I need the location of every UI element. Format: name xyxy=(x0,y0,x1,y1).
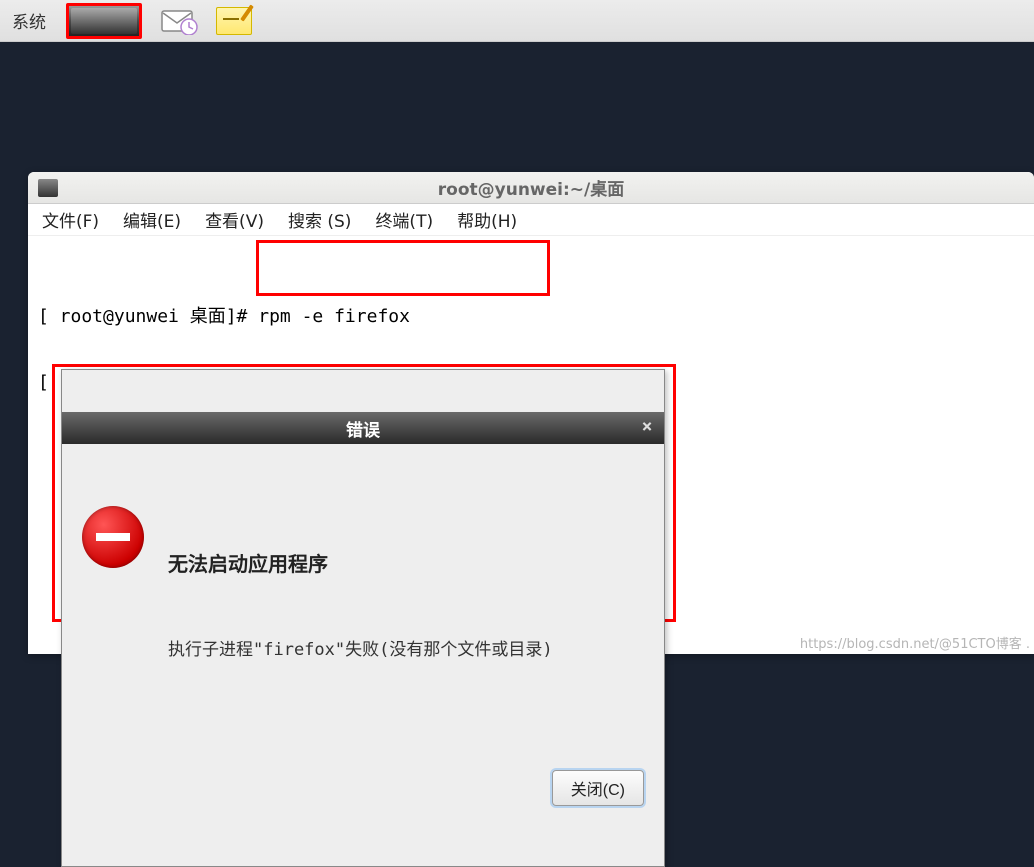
close-button[interactable]: 关闭(C) xyxy=(552,770,644,806)
error-dialog: 错误 × 无法启动应用程序 执行子进程"firefox"失败(没有那个文件或目录… xyxy=(61,369,665,867)
error-text-block: 无法启动应用程序 执行子进程"firefox"失败(没有那个文件或目录) xyxy=(168,506,640,702)
terminal-taskbar-icon[interactable] xyxy=(66,3,142,39)
error-message: 执行子进程"firefox"失败(没有那个文件或目录) xyxy=(168,635,640,660)
error-actions: 关闭(C) xyxy=(62,754,664,824)
terminal-menubar: 文件(F) 编辑(E) 查看(V) 搜索 (S) 终端(T) 帮助(H) xyxy=(28,204,1034,236)
error-icon xyxy=(82,506,144,568)
error-heading: 无法启动应用程序 xyxy=(168,548,640,577)
taskbar: 系统 xyxy=(0,0,1034,42)
error-body: 无法启动应用程序 执行子进程"firefox"失败(没有那个文件或目录) xyxy=(62,486,664,712)
error-title: 错误 xyxy=(346,416,380,441)
menu-file[interactable]: 文件(F) xyxy=(42,207,99,232)
error-titlebar[interactable]: 错误 × xyxy=(62,412,664,444)
terminal-content[interactable]: [ root@yunwei 桌面]# rpm -e firefox [ root… xyxy=(28,236,1034,654)
terminal-window: root@yunwei:~/桌面 文件(F) 编辑(E) 查看(V) 搜索 (S… xyxy=(28,172,1034,654)
menu-view[interactable]: 查看(V) xyxy=(205,207,264,232)
menu-help[interactable]: 帮助(H) xyxy=(457,207,517,232)
command-highlight-box xyxy=(256,240,550,296)
mail-icon[interactable] xyxy=(160,7,198,35)
terminal-line-1: [ root@yunwei 桌面]# rpm -e firefox xyxy=(38,305,1024,329)
terminal-title: root@yunwei:~/桌面 xyxy=(438,175,624,200)
note-icon[interactable] xyxy=(216,7,252,35)
menu-search[interactable]: 搜索 (S) xyxy=(288,207,351,232)
watermark: https://blog.csdn.net/@51CTO博客 . xyxy=(800,633,1030,652)
system-menu[interactable]: 系统 xyxy=(0,8,58,33)
menu-edit[interactable]: 编辑(E) xyxy=(123,207,181,232)
terminal-titlebar: root@yunwei:~/桌面 xyxy=(28,172,1034,204)
menu-terminal[interactable]: 终端(T) xyxy=(375,207,433,232)
terminal-title-icon xyxy=(38,179,58,197)
close-icon[interactable]: × xyxy=(638,418,656,436)
error-dialog-highlight: 错误 × 无法启动应用程序 执行子进程"firefox"失败(没有那个文件或目录… xyxy=(52,364,676,622)
